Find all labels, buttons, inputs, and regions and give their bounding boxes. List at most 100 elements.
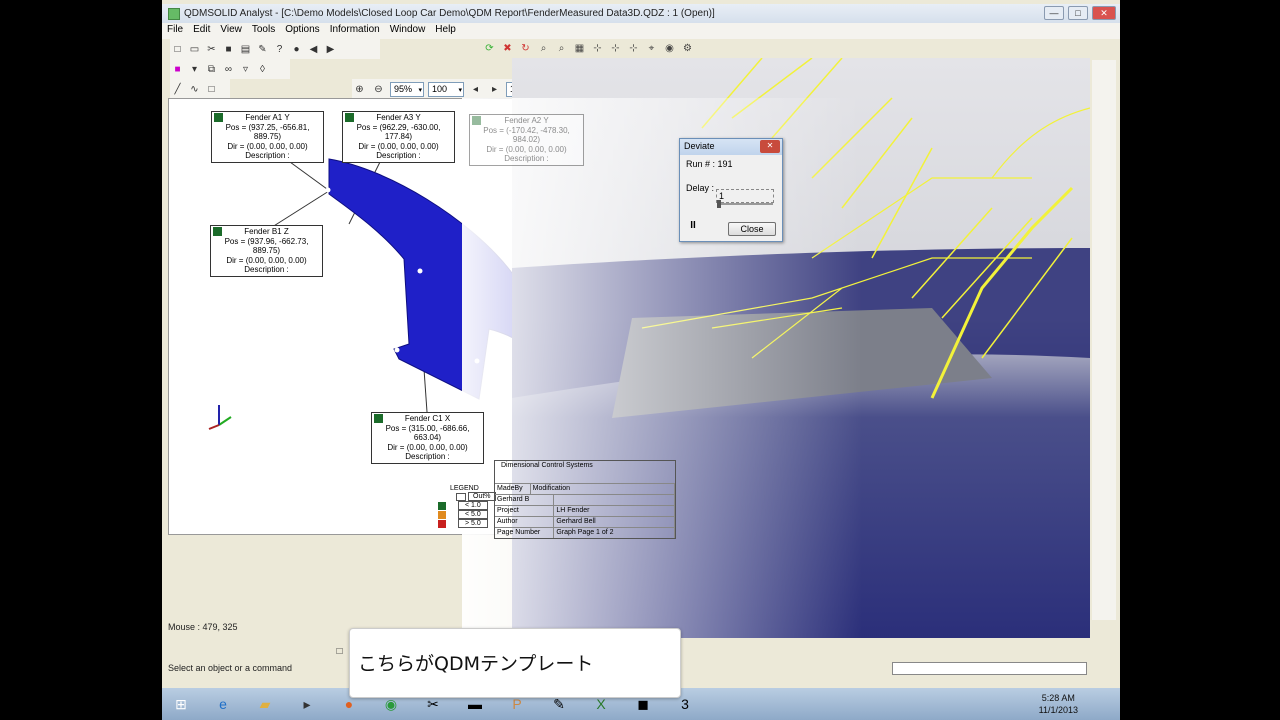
legend-label: < 5.0 [458,510,488,519]
note-fender-a1[interactable]: Fender A1 Y Pos = (937.25, -656.81, 889.… [211,111,324,163]
new-icon[interactable]: □ [170,42,185,57]
zoom-value: 95% [394,83,413,94]
print-icon[interactable]: ▤ [238,42,253,57]
color-toolbar: ■ ▾ ⧉ ∞ ▿ ◊ [170,59,290,79]
search-icon[interactable]: ⌕ [536,41,551,56]
note-fender-a2[interactable]: Fender A2 Y Pos = (-170.42, -478.30, 984… [469,114,584,166]
note-pos: Pos = (937.25, -656.81, 889.75) [225,122,310,142]
menu-file[interactable]: File [162,23,188,39]
rectangle-icon[interactable]: □ [204,82,219,97]
note-title: Fender A3 Y [376,113,421,122]
note-pos: Pos = (-170.42, -478.30, 984.02) [483,125,570,145]
menu-edit[interactable]: Edit [188,23,215,39]
open-icon[interactable]: ▭ [187,42,202,57]
zoom-out-icon[interactable]: ⊖ [371,82,386,97]
cell [554,495,675,505]
refresh-icon[interactable]: ⟳ [482,41,497,56]
cell: Gerhard B [495,495,555,505]
note-pos: Pos = (315.00, -686.66, 663.04) [385,423,470,443]
clock[interactable]: 5:28 AM 11/1/2013 [1039,692,1078,716]
pin-icon[interactable]: ◊ [255,62,270,77]
delay-input[interactable]: 1 [716,189,774,203]
link-icon[interactable]: ∞ [221,62,236,77]
axis-icon-2[interactable]: ⊹ [608,41,623,56]
tools-icon[interactable]: ✂ [204,42,219,57]
folder-icon[interactable]: ▰ [246,690,284,718]
media-icon[interactable]: ▸ [288,690,326,718]
new-icon[interactable]: □ [332,644,347,659]
dialog-close-button[interactable]: Close [728,222,776,236]
start-button[interactable]: ⊞ [162,690,200,718]
menu-tools[interactable]: Tools [247,23,280,39]
measure-point-b1[interactable] [417,268,423,274]
title-bar: QDMSOLID Analyst - [C:\Demo Models\Close… [162,4,1120,23]
grid-icon[interactable]: ▦ [572,41,587,56]
menu-information[interactable]: Information [325,23,385,39]
cross-icon[interactable]: ✖ [500,41,515,56]
slider-thumb[interactable] [717,200,721,208]
note-dir: Dir = (0.00, 0.00, 0.00) [227,141,308,151]
forward-icon[interactable]: ▶ [323,42,338,57]
rotate-icon[interactable]: ↻ [518,41,533,56]
draw-toolbar: ╱ ∿ □ [170,79,230,99]
zoom-in-icon[interactable]: ⊕ [352,82,367,97]
legend-label: < 1.0 [458,501,488,510]
back-icon[interactable]: ◀ [306,42,321,57]
step-forward-icon[interactable]: ▸ [487,82,502,97]
search-icon-2[interactable]: ⌕ [554,41,569,56]
clock-date: 11/1/2013 [1038,705,1078,715]
line-icon[interactable]: ╱ [170,82,185,97]
delay-slider[interactable] [717,200,773,208]
chevron-down-icon[interactable]: ▾ [187,62,202,77]
command-input[interactable] [892,662,1087,675]
clock-time: 5:28 AM [1041,693,1075,703]
menu-view[interactable]: View [215,23,247,39]
axis-icon[interactable]: ⊹ [590,41,605,56]
title-block: Dimensional Control Systems MadeBy Modifi… [494,460,676,539]
measure-point-a1[interactable] [325,187,331,193]
save-icon[interactable]: ■ [221,42,236,57]
pause-button[interactable]: II [685,220,701,234]
legend-label: > 5.0 [458,519,488,528]
menu-options[interactable]: Options [280,23,324,39]
info-icon[interactable]: ● [289,42,304,57]
count-value: 100 [432,83,448,94]
highlight-icon[interactable]: ✎ [255,42,270,57]
menu-help[interactable]: Help [430,23,461,39]
maximize-button[interactable]: □ [1068,6,1088,20]
note-fender-c1[interactable]: Fender C1 X Pos = (315.00, -686.66, 663.… [371,412,484,464]
note-fender-a3[interactable]: Fender A3 Y Pos = (962.29, -630.00, 177.… [342,111,455,163]
help-icon[interactable]: ? [272,42,287,57]
zoom-select[interactable]: 95% ▾ [390,81,424,97]
filter-icon[interactable]: ▿ [238,62,253,77]
note-title: Fender A2 Y [504,116,549,125]
axis-icon-3[interactable]: ⊹ [626,41,641,56]
menu-window[interactable]: Window [385,23,431,39]
count-select[interactable]: 100 ▾ [428,81,464,97]
curve-icon[interactable]: ∿ [187,82,202,97]
step-back-icon[interactable]: ◂ [468,82,483,97]
legend-swatch [438,519,446,528]
cell: Project [495,506,555,516]
close-button[interactable]: ✕ [1092,6,1116,20]
measure-icon[interactable]: ⌖ [644,41,659,56]
dialog-close-icon[interactable]: ✕ [760,140,780,153]
note-fender-b1[interactable]: Fender B1 Z Pos = (937.96, -662.73, 889.… [210,225,323,277]
note-desc: Description : [504,154,549,163]
legend-title: LEGEND [450,485,479,492]
color-picker-icon[interactable]: ■ [170,62,185,77]
settings-icon[interactable]: ⚙ [680,41,695,56]
status-square [214,113,223,122]
measure-point-a3[interactable] [474,358,480,364]
3d-viewport[interactable] [512,58,1090,638]
copy-icon[interactable]: ⧉ [204,62,219,77]
legend: LEGEND Out% < 1.0 < 5.0 > 5.0 [438,485,496,528]
sphere-icon[interactable]: ◉ [662,41,677,56]
note-dir: Dir = (0.00, 0.00, 0.00) [486,144,567,154]
note-title: Fender B1 Z [244,227,289,236]
measure-point-c1[interactable] [394,347,400,353]
menu-bar: File Edit View Tools Options Information… [162,23,1120,39]
browser-icon[interactable]: e [204,690,242,718]
run-number: Run # : 191 [686,159,733,169]
minimize-button[interactable]: — [1044,6,1064,20]
